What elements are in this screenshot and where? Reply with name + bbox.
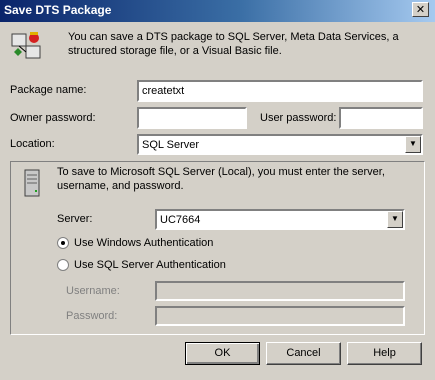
sql-auth-label[interactable]: Use SQL Server Authentication bbox=[74, 259, 226, 271]
user-password-input[interactable] bbox=[339, 107, 423, 129]
server-value: UC7664 bbox=[160, 214, 201, 226]
chevron-down-icon[interactable]: ▼ bbox=[405, 136, 421, 153]
title-bar: Save DTS Package ✕ bbox=[0, 0, 435, 22]
username-input[interactable] bbox=[155, 281, 405, 301]
chevron-down-icon[interactable]: ▼ bbox=[387, 211, 403, 228]
save-dts-package-dialog: Save DTS Package ✕ You can save a DTS pa… bbox=[0, 0, 435, 380]
server-info-text: To save to Microsoft SQL Server (Local),… bbox=[57, 166, 385, 192]
server-select[interactable]: UC7664 ▼ bbox=[155, 209, 405, 230]
location-label: Location: bbox=[10, 138, 55, 150]
windows-auth-label[interactable]: Use Windows Authentication bbox=[74, 237, 213, 249]
password-input[interactable] bbox=[155, 306, 405, 326]
intro-text: You can save a DTS package to SQL Server… bbox=[68, 31, 399, 57]
sql-auth-radio[interactable] bbox=[57, 259, 69, 271]
owner-password-input[interactable] bbox=[137, 107, 247, 129]
user-password-label: User password: bbox=[260, 112, 337, 124]
help-button[interactable]: Help bbox=[347, 342, 422, 365]
username-label: Username: bbox=[66, 285, 120, 297]
password-label: Password: bbox=[66, 310, 118, 322]
server-icon bbox=[24, 169, 40, 197]
package-name-input[interactable]: createtxt bbox=[137, 80, 423, 102]
close-icon[interactable]: ✕ bbox=[412, 2, 429, 17]
windows-auth-radio[interactable] bbox=[57, 237, 69, 249]
cancel-button[interactable]: Cancel bbox=[266, 342, 341, 365]
package-name-label: Package name: bbox=[10, 84, 87, 96]
dts-package-icon bbox=[11, 32, 41, 59]
radio-selected-dot bbox=[61, 241, 65, 245]
window-title: Save DTS Package bbox=[4, 3, 112, 17]
location-value: SQL Server bbox=[142, 139, 200, 151]
server-label: Server: bbox=[57, 213, 93, 225]
owner-password-label: Owner password: bbox=[10, 112, 96, 124]
ok-button[interactable]: OK bbox=[185, 342, 260, 365]
location-select[interactable]: SQL Server ▼ bbox=[137, 134, 423, 155]
